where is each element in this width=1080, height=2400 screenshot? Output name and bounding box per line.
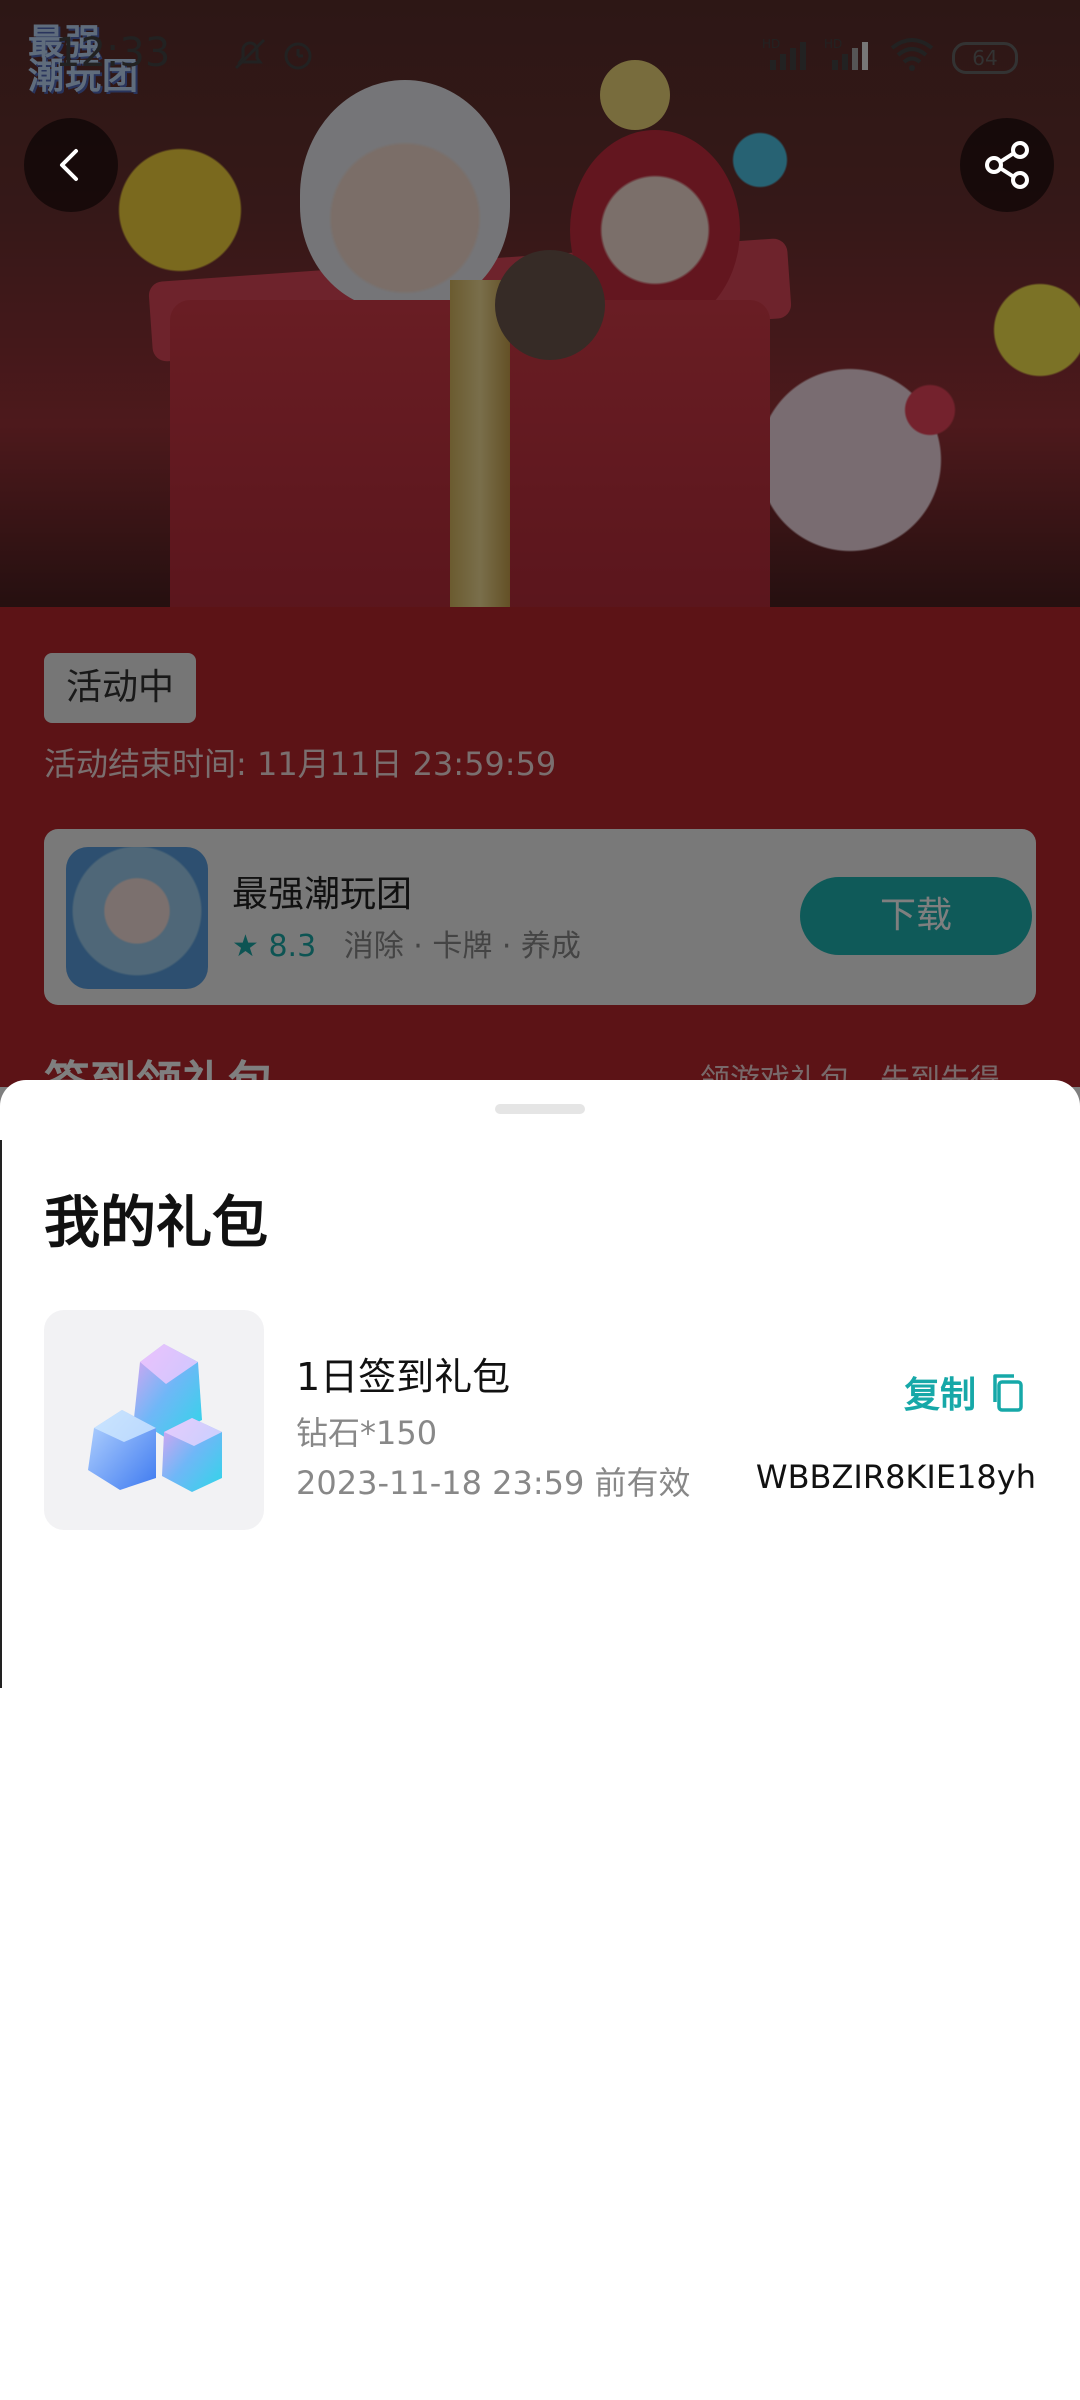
copy-icon: [993, 1374, 1023, 1412]
copy-button[interactable]: 复制: [904, 1366, 1030, 1418]
wifi-icon: [888, 34, 936, 83]
sheet-drag-handle[interactable]: [495, 1104, 585, 1114]
svg-text:HD: HD: [762, 37, 780, 51]
hd-signal-icon: HD: [760, 34, 820, 83]
gift-item: 1日签到礼包 钻石*150 2023-11-18 23:59 前有效 复制 WB…: [44, 1310, 1036, 1530]
hd-signal-icon: HD: [822, 34, 882, 83]
gift-validity: 2023-11-18 23:59 前有效: [296, 1464, 691, 1502]
copy-label: 复制: [904, 1375, 977, 1416]
share-button[interactable]: [960, 118, 1054, 212]
gift-bottom-sheet: 我的礼包 1日签到礼包 钻石*150 2023-11-18 23:59 前有效 …: [0, 1080, 1080, 2400]
share-icon: [985, 141, 1029, 189]
gift-thumbnail: [44, 1310, 264, 1530]
sheet-edge-line: [0, 1140, 2, 1688]
gift-code: WBBZIR8KIE18yh: [755, 1458, 1036, 1496]
diamond-crystal-icon: [88, 1344, 222, 1492]
svg-text:HD: HD: [824, 37, 842, 51]
gift-title: 1日签到礼包: [296, 1355, 511, 1399]
status-bar: 12:33 HD HD 64: [0, 0, 1080, 110]
sheet-title: 我的礼包: [44, 1191, 268, 1256]
mute-bell-icon: [230, 34, 270, 83]
back-button[interactable]: [24, 118, 118, 212]
battery-indicator: 64: [952, 42, 1018, 74]
gift-description: 钻石*150: [296, 1414, 438, 1452]
status-time: 12:33: [55, 30, 171, 76]
alarm-icon: [278, 34, 318, 83]
back-arrow-icon: [60, 149, 78, 181]
